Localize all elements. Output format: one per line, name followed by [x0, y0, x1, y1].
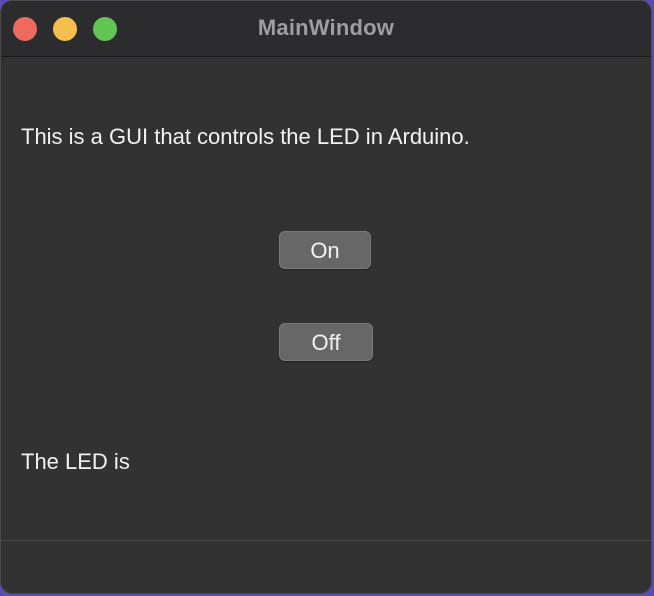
description-label: This is a GUI that controls the LED in A…	[21, 124, 470, 149]
title-bar[interactable]: MainWindow	[1, 1, 651, 57]
led-status-label: The LED is	[21, 449, 130, 474]
led-off-button[interactable]: Off	[279, 323, 373, 361]
led-on-button[interactable]: On	[279, 231, 371, 269]
main-window: MainWindow This is a GUI that controls t…	[0, 0, 652, 594]
window-title: MainWindow	[257, 15, 395, 40]
central-widget: This is a GUI that controls the LED in A…	[1, 58, 651, 540]
status-bar	[1, 540, 651, 593]
